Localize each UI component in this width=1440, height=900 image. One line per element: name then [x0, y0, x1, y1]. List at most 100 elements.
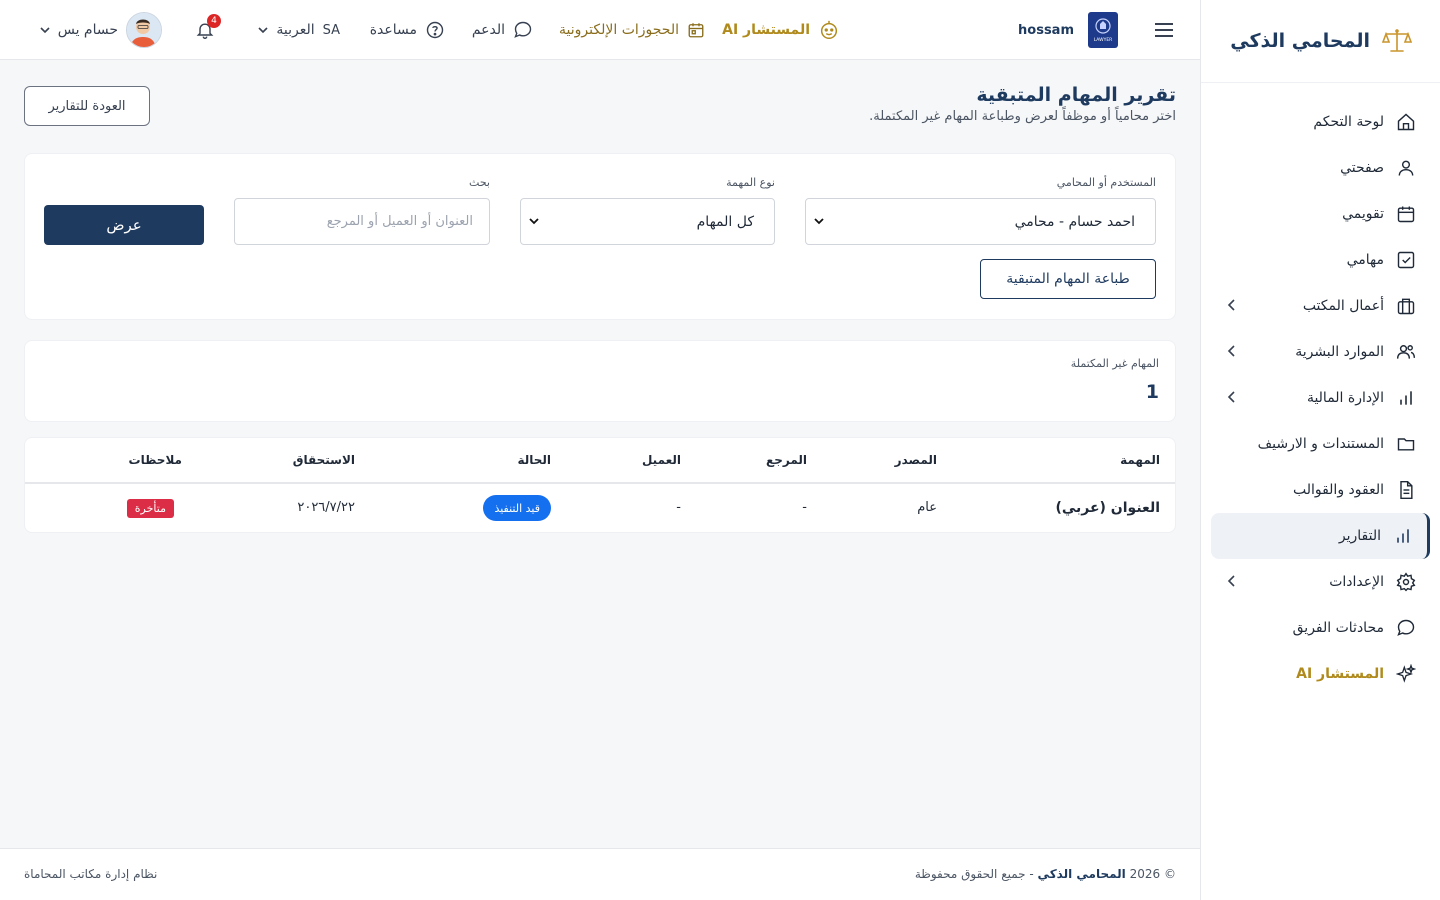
- sidebar-item-contracts[interactable]: العقود والقوالب: [1211, 467, 1430, 513]
- bar-chart-icon: [1396, 388, 1416, 408]
- users-icon: [1396, 342, 1416, 362]
- sidebar-item-team-chat[interactable]: محادثات الفريق: [1211, 605, 1430, 651]
- sidebar-item-label: مهامي: [1346, 252, 1384, 268]
- show-button[interactable]: عرض: [44, 205, 204, 245]
- sidebar-item-profile[interactable]: صفحتي: [1211, 145, 1430, 191]
- help-circle-icon: [425, 20, 445, 40]
- sidebar-item-hr[interactable]: الموارد البشرية: [1211, 329, 1430, 375]
- summary-card: المهام غير المكتملة 1: [24, 340, 1176, 422]
- office-username[interactable]: hossam: [1018, 0, 1074, 60]
- sidebar-nav: لوحة التحكم صفحتي تقويمي مهامي أعمال الم…: [1201, 83, 1440, 697]
- e-reservations-label: الحجوزات الإلكترونية: [559, 22, 679, 38]
- lang-label: العربية: [276, 22, 315, 38]
- file-text-icon: [1396, 480, 1416, 500]
- hamburger-icon: [1154, 22, 1174, 38]
- language-selector[interactable]: SA العربية: [258, 0, 340, 60]
- support-label: الدعم: [471, 22, 505, 38]
- ai-advisor-label: المستشار AI: [722, 22, 810, 38]
- print-remaining-tasks-button[interactable]: طباعة المهام المتبقية: [980, 259, 1156, 299]
- sidebar-item-documents[interactable]: المستندات و الارشيف: [1211, 421, 1430, 467]
- late-badge: متأخرة: [126, 499, 174, 518]
- sidebar-item-label: الإعدادات: [1329, 574, 1384, 590]
- column-header-due: الاستحقاق: [292, 453, 355, 467]
- home-icon: [1396, 112, 1416, 132]
- user-name: حسام يس: [57, 22, 118, 38]
- chevron-down-icon: [258, 26, 268, 34]
- column-header-status: الحالة: [517, 453, 551, 467]
- checkbox-icon: [1396, 250, 1416, 270]
- sidebar-item-tasks[interactable]: مهامي: [1211, 237, 1430, 283]
- sidebar-item-label: الموارد البشرية: [1295, 344, 1384, 360]
- source-cell: عام: [917, 500, 937, 515]
- sidebar-item-ai-advisor[interactable]: المستشار AI: [1211, 651, 1430, 697]
- sidebar: المحامي الذكي لوحة التحكم صفحتي تقويمي م…: [1200, 0, 1440, 900]
- ai-advisor-link[interactable]: المستشار AI: [722, 0, 840, 60]
- search-label: بحث: [469, 176, 490, 189]
- support-link[interactable]: الدعم: [472, 0, 533, 60]
- page-title: تقرير المهام المتبقية: [976, 84, 1176, 106]
- sidebar-item-settings[interactable]: الإعدادات: [1211, 559, 1430, 605]
- sidebar-item-label: أعمال المكتب: [1302, 298, 1384, 314]
- search-input[interactable]: العنوان أو العميل أو المرجع: [234, 198, 490, 245]
- column-header-task: المهمة: [1120, 453, 1160, 467]
- sidebar-item-reports[interactable]: التقارير: [1211, 513, 1430, 559]
- sidebar-item-label: محادثات الفريق: [1292, 620, 1384, 636]
- help-label: مساعدة: [369, 22, 417, 38]
- sidebar-item-label: الإدارة المالية: [1306, 390, 1384, 406]
- chevron-down-icon: [529, 217, 539, 225]
- svg-text:LAWYER: LAWYER: [1094, 37, 1113, 43]
- sidebar-item-label: العقود والقوالب: [1292, 482, 1384, 498]
- chevron-left-icon: [1227, 575, 1237, 587]
- gear-icon: [1396, 572, 1416, 592]
- footer-copyright: © 2026 المحامي الذكي - جميع الحقوق محفوظ…: [915, 867, 1176, 881]
- sparkles-icon: [1396, 664, 1416, 684]
- back-to-reports-button[interactable]: العودة للتقارير: [24, 86, 150, 126]
- sidebar-item-office-work[interactable]: أعمال المكتب: [1211, 283, 1430, 329]
- column-header-reference: المرجع: [766, 453, 807, 467]
- sidebar-item-label: تقويمي: [1342, 206, 1384, 222]
- column-header-source: المصدر: [894, 453, 937, 467]
- avatar: [126, 12, 162, 48]
- chat-bubble-icon: [513, 20, 533, 40]
- task-type-select[interactable]: كل المهام: [520, 198, 775, 245]
- status-badge: قيد التنفيذ: [483, 495, 551, 521]
- brand[interactable]: المحامي الذكي: [1201, 0, 1440, 83]
- sidebar-item-label: لوحة التحكم: [1313, 114, 1384, 130]
- brand-name: المحامي الذكي: [1230, 30, 1370, 52]
- sidebar-item-dashboard[interactable]: لوحة التحكم: [1211, 99, 1430, 145]
- incomplete-tasks-label: المهام غير المكتملة: [1070, 357, 1159, 370]
- footer-rights: - جميع الحقوق محفوظة: [914, 867, 1034, 881]
- menu-toggle-button[interactable]: [1154, 0, 1174, 60]
- e-reservations-link[interactable]: الحجوزات الإلكترونية: [559, 0, 705, 60]
- sidebar-item-calendar[interactable]: تقويمي: [1211, 191, 1430, 237]
- scales-icon: [1382, 28, 1412, 54]
- calendar-icon: [1396, 204, 1416, 224]
- footer: © 2026 المحامي الذكي - جميع الحقوق محفوظ…: [0, 848, 1200, 900]
- lawyer-logo-icon: LAWYER: [1088, 12, 1118, 48]
- table-header-divider: [25, 482, 1175, 484]
- incomplete-tasks-count: 1: [1145, 381, 1159, 403]
- help-link[interactable]: مساعدة: [370, 0, 445, 60]
- sidebar-item-finance[interactable]: الإدارة المالية: [1211, 375, 1430, 421]
- chevron-down-icon: [40, 26, 50, 34]
- due-date-cell: ٢٠٢٦/٧/٢٢: [297, 500, 355, 515]
- bell-icon: 4: [195, 14, 221, 40]
- top-header: LAWYER hossam المستشار AI الحجوزات الإلك…: [0, 0, 1200, 60]
- sidebar-item-label: صفحتي: [1340, 160, 1384, 176]
- user-select-value: احمد حسام - محامي: [1014, 213, 1135, 230]
- folder-icon: [1396, 434, 1416, 454]
- footer-system-name: نظام إدارة مكاتب المحاماة: [24, 867, 158, 881]
- sidebar-item-label: التقارير: [1338, 528, 1381, 544]
- office-logo[interactable]: LAWYER: [1088, 0, 1118, 60]
- tasks-table: المهمة المصدر المرجع العميل الحالة الاست…: [24, 437, 1176, 533]
- column-header-client: العميل: [641, 453, 681, 467]
- sidebar-item-label: المستندات و الارشيف: [1257, 436, 1384, 452]
- bar-chart-icon: [1393, 526, 1413, 546]
- task-title-cell[interactable]: العنوان (عربي): [1055, 500, 1160, 516]
- task-type-label: نوع المهمة: [726, 176, 775, 189]
- client-cell: -: [676, 500, 681, 515]
- notifications-button[interactable]: 4: [195, 0, 221, 60]
- user-select[interactable]: احمد حسام - محامي: [805, 198, 1156, 245]
- user-menu[interactable]: حسام يس: [40, 0, 162, 60]
- chevron-left-icon: [1227, 345, 1237, 357]
